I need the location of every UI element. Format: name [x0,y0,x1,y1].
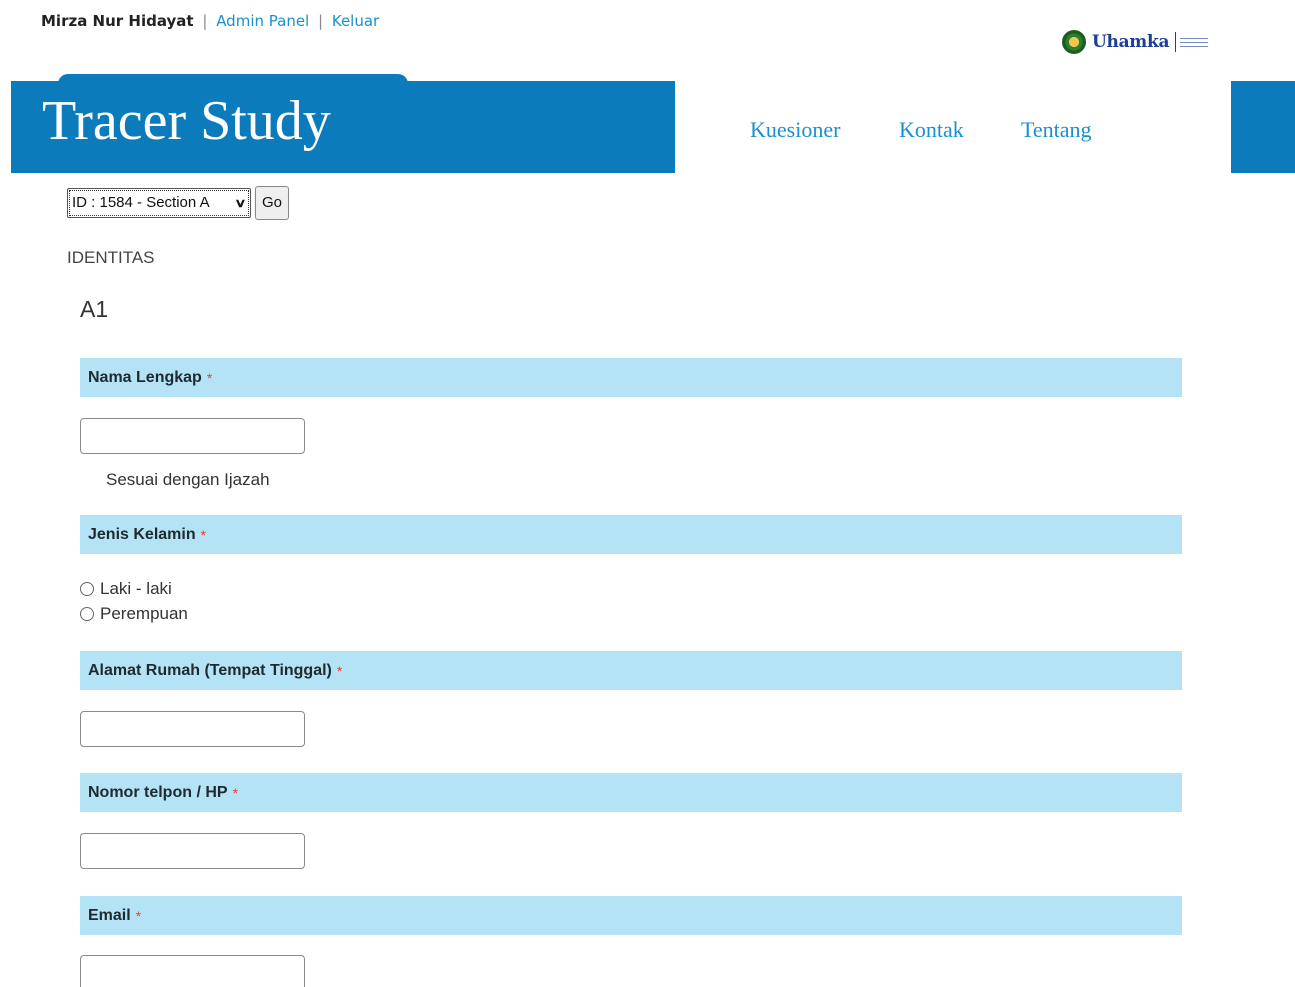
question-label: Nama Lengkap [88,368,202,386]
question-nama-lengkap: Nama Lengkap * [80,358,1182,397]
question-email: Email * [80,896,1182,935]
section-selector: ID : 1584 - Section A ∨ Go [67,185,289,220]
seal-icon [1062,30,1086,54]
nav-kontak[interactable]: Kontak [899,117,964,143]
section-code: A1 [80,296,109,322]
logo-tagline-icon [1175,32,1209,52]
header-right-block [1231,81,1295,173]
required-mark: * [232,784,239,801]
radio-circle-icon[interactable] [80,607,94,621]
nav-tentang[interactable]: Tentang [1021,117,1092,143]
nama-lengkap-hint: Sesuai dengan Ijazah [106,470,270,489]
required-mark: * [336,662,343,679]
top-bar: Mirza Nur Hidayat | Admin Panel | Keluar [41,12,379,30]
section-name: IDENTITAS [67,248,155,267]
email-input[interactable] [80,955,305,987]
radio-perempuan[interactable]: Perempuan [80,604,188,624]
nomor-telpon-input[interactable] [80,833,305,869]
user-name: Mirza Nur Hidayat [41,12,194,30]
required-mark: * [206,369,213,386]
question-label: Alamat Rumah (Tempat Tinggal) [88,661,332,679]
go-button[interactable]: Go [255,185,289,220]
site-title[interactable]: Tracer Study [42,93,331,149]
question-jenis-kelamin: Jenis Kelamin * [80,515,1182,554]
radio-label: Laki - laki [100,579,172,598]
header-banner: Tracer Study [11,81,675,173]
radio-circle-icon[interactable] [80,582,94,596]
separator: | [202,12,208,30]
question-nomor-telpon: Nomor telpon / HP * [80,773,1182,812]
nav-kuesioner[interactable]: Kuesioner [750,117,840,143]
required-mark: * [200,526,207,543]
alamat-rumah-input[interactable] [80,711,305,747]
nama-lengkap-input[interactable] [80,418,305,454]
separator: | [318,12,324,30]
question-label: Email [88,906,131,924]
uhamka-logo: Uhamka [1062,14,1232,70]
admin-panel-link[interactable]: Admin Panel [216,12,309,30]
question-alamat-rumah: Alamat Rumah (Tempat Tinggal) * [80,651,1182,690]
radio-laki-laki[interactable]: Laki - laki [80,579,172,599]
radio-label: Perempuan [100,604,188,623]
logout-link[interactable]: Keluar [332,12,379,30]
section-dropdown[interactable]: ID : 1584 - Section A ∨ [67,187,251,218]
question-label: Jenis Kelamin [88,525,196,543]
chevron-down-icon: ∨ [234,195,247,210]
section-dropdown-value: ID : 1584 - Section A [72,194,210,211]
required-mark: * [135,907,142,924]
logo-text: Uhamka [1092,32,1170,52]
question-label: Nomor telpon / HP [88,783,228,801]
